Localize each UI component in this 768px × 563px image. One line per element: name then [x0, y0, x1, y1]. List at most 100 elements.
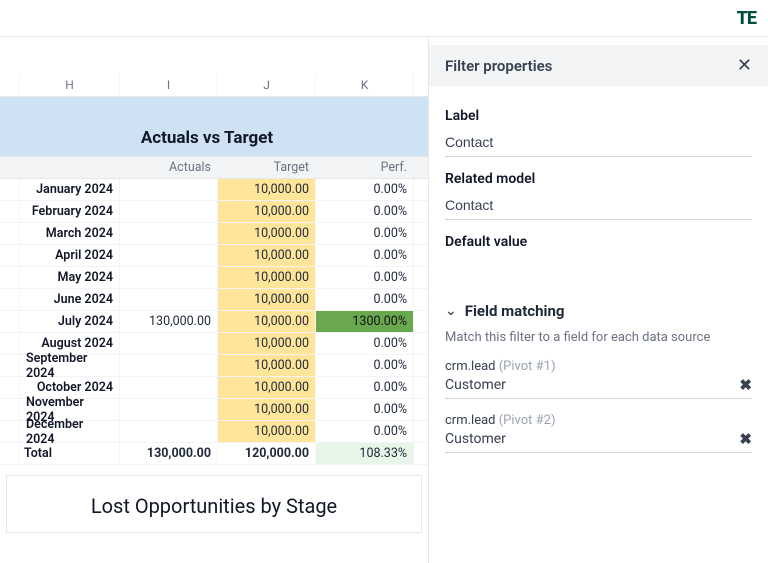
topbar: TE [0, 0, 768, 36]
column-header[interactable]: H [20, 73, 120, 96]
match-title: crm.lead (Pivot #1) [445, 359, 752, 374]
perf-cell[interactable]: 0.00% [316, 333, 414, 354]
actuals-cell[interactable] [120, 421, 218, 442]
perf-cell[interactable]: 0.00% [316, 355, 414, 376]
field-match-group: crm.lead (Pivot #1) Customer ✖ [445, 359, 752, 399]
target-cell[interactable]: 10,000.00 [218, 399, 316, 420]
actuals-cell[interactable] [120, 245, 218, 266]
column-header[interactable]: J [218, 73, 316, 96]
perf-cell[interactable]: 0.00% [316, 267, 414, 288]
perf-cell[interactable]: 0.00% [316, 377, 414, 398]
month-cell[interactable]: January 2024 [20, 179, 120, 200]
target-cell[interactable]: 10,000.00 [218, 421, 316, 442]
default-value-label: Default value [445, 234, 752, 250]
month-cell[interactable]: July 2024 [20, 311, 120, 332]
target-cell[interactable]: 10,000.00 [218, 355, 316, 376]
related-model-group: Related model [445, 171, 752, 220]
target-cell[interactable]: 10,000.00 [218, 201, 316, 222]
label-input[interactable] [445, 130, 752, 157]
app-logo: TE [737, 8, 756, 29]
column-header-blank[interactable] [0, 73, 20, 96]
actuals-cell[interactable] [120, 223, 218, 244]
data-row: February 2024 10,000.000.00% [0, 201, 428, 223]
match-value: Customer [445, 431, 506, 447]
column-headers: H I J K [0, 73, 428, 97]
month-cell[interactable]: May 2024 [20, 267, 120, 288]
remove-icon[interactable]: ✖ [739, 376, 752, 394]
actuals-cell[interactable] [120, 179, 218, 200]
match-pivot: (Pivot #2) [499, 413, 556, 428]
month-cell[interactable]: March 2024 [20, 223, 120, 244]
label-field-group: Label [445, 108, 752, 157]
month-cell[interactable]: December 2024 [20, 421, 120, 442]
chart-title: Lost Opportunities by Stage [91, 494, 337, 518]
default-value-group: Default value [445, 234, 752, 250]
total-target[interactable]: 120,000.00 [218, 443, 316, 464]
header-target: Target [218, 157, 316, 178]
actuals-cell[interactable] [120, 201, 218, 222]
perf-cell[interactable]: 1300.00% [316, 311, 414, 332]
field-matching-header[interactable]: ⌄ Field matching [445, 302, 752, 320]
match-row[interactable]: Customer ✖ [445, 428, 752, 453]
remove-icon[interactable]: ✖ [739, 430, 752, 448]
perf-cell[interactable]: 0.00% [316, 245, 414, 266]
field-matching-title: Field matching [465, 302, 565, 320]
month-cell[interactable]: June 2024 [20, 289, 120, 310]
match-model: crm.lead [445, 413, 496, 428]
perf-cell[interactable]: 0.00% [316, 201, 414, 222]
actuals-cell[interactable] [120, 267, 218, 288]
related-model-input[interactable] [445, 193, 752, 220]
match-pivot: (Pivot #1) [499, 359, 556, 374]
match-value: Customer [445, 377, 506, 393]
data-row: May 2024 10,000.000.00% [0, 267, 428, 289]
chevron-down-icon: ⌄ [445, 303, 457, 319]
total-actuals[interactable]: 130,000.00 [120, 443, 218, 464]
column-header[interactable]: K [316, 73, 414, 96]
perf-cell[interactable]: 0.00% [316, 399, 414, 420]
target-cell[interactable]: 10,000.00 [218, 333, 316, 354]
actuals-cell[interactable] [120, 399, 218, 420]
target-cell[interactable]: 10,000.00 [218, 267, 316, 288]
header-perf: Perf. [316, 157, 414, 178]
actuals-cell[interactable] [120, 377, 218, 398]
target-cell[interactable]: 10,000.00 [218, 245, 316, 266]
header-actuals: Actuals [120, 157, 218, 178]
panel-body: Label Related model Default value ⌄ Fiel… [429, 86, 768, 461]
target-cell[interactable]: 10,000.00 [218, 311, 316, 332]
perf-cell[interactable]: 0.00% [316, 421, 414, 442]
actuals-cell[interactable]: 130,000.00 [120, 311, 218, 332]
section-title: Actuals vs Target [0, 128, 414, 156]
perf-cell[interactable]: 0.00% [316, 289, 414, 310]
target-cell[interactable]: 10,000.00 [218, 289, 316, 310]
match-row[interactable]: Customer ✖ [445, 374, 752, 399]
filter-properties-panel: Filter properties ✕ Label Related model … [428, 37, 768, 563]
data-row: March 2024 10,000.000.00% [0, 223, 428, 245]
panel-header: Filter properties ✕ [429, 45, 768, 86]
month-cell[interactable]: April 2024 [20, 245, 120, 266]
actuals-cell[interactable] [120, 333, 218, 354]
data-row: July 2024130,000.0010,000.001300.00% [0, 311, 428, 333]
total-label[interactable]: Total [20, 443, 120, 464]
column-header[interactable]: I [120, 73, 218, 96]
grid-body: Actuals vs Target Actuals Target Perf. J… [0, 97, 428, 563]
total-row: Total 130,000.00 120,000.00 108.33% [0, 443, 428, 465]
target-cell[interactable]: 10,000.00 [218, 223, 316, 244]
perf-cell[interactable]: 0.00% [316, 223, 414, 244]
close-icon[interactable]: ✕ [737, 55, 752, 76]
section-header: Actuals vs Target [0, 97, 428, 157]
chart-card[interactable]: Lost Opportunities by Stage [6, 475, 422, 533]
field-matching-desc: Match this filter to a field for each da… [445, 330, 752, 345]
actuals-cell[interactable] [120, 289, 218, 310]
month-cell[interactable]: February 2024 [20, 201, 120, 222]
month-cell[interactable]: September 2024 [20, 355, 120, 376]
panel-title: Filter properties [445, 57, 552, 75]
target-cell[interactable]: 10,000.00 [218, 377, 316, 398]
related-model-label: Related model [445, 171, 752, 187]
actuals-cell[interactable] [120, 355, 218, 376]
match-model: crm.lead [445, 359, 496, 374]
total-perf[interactable]: 108.33% [316, 443, 414, 464]
target-cell[interactable]: 10,000.00 [218, 179, 316, 200]
perf-cell[interactable]: 0.00% [316, 179, 414, 200]
data-row: September 2024 10,000.000.00% [0, 355, 428, 377]
data-row: April 2024 10,000.000.00% [0, 245, 428, 267]
